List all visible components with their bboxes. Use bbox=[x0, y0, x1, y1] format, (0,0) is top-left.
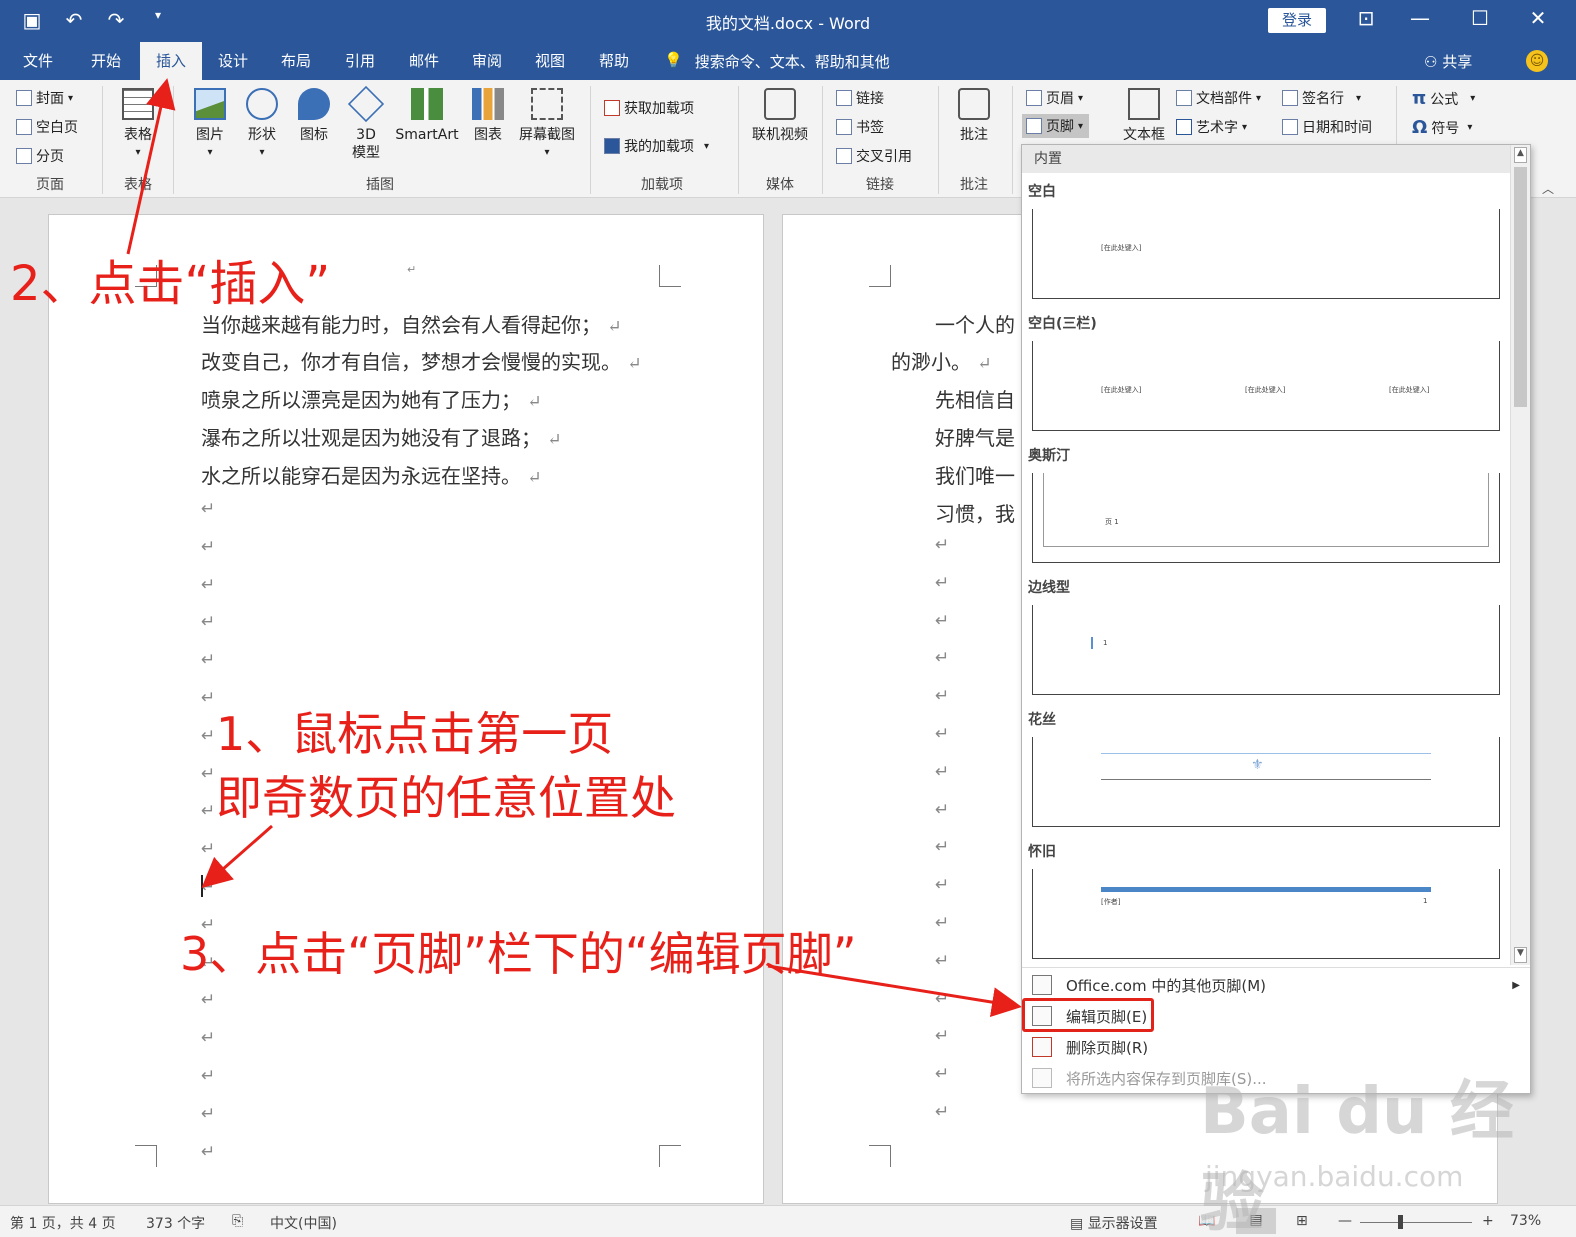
annotation-step-2: 2、点击“插入” bbox=[10, 256, 331, 312]
annotation-step-3: 3、点击“页脚”栏下的“编辑页脚” bbox=[180, 927, 857, 981]
annotation-step-1-line-2: 即奇数页的任意位置处 bbox=[216, 771, 676, 825]
arrow-to-insert-tab bbox=[126, 78, 176, 255]
annotation-arrows bbox=[126, 78, 1022, 1017]
arrow-to-cursor bbox=[201, 824, 273, 888]
annotation-step-1-line-1: 1、鼠标点击第一页 bbox=[216, 707, 614, 761]
